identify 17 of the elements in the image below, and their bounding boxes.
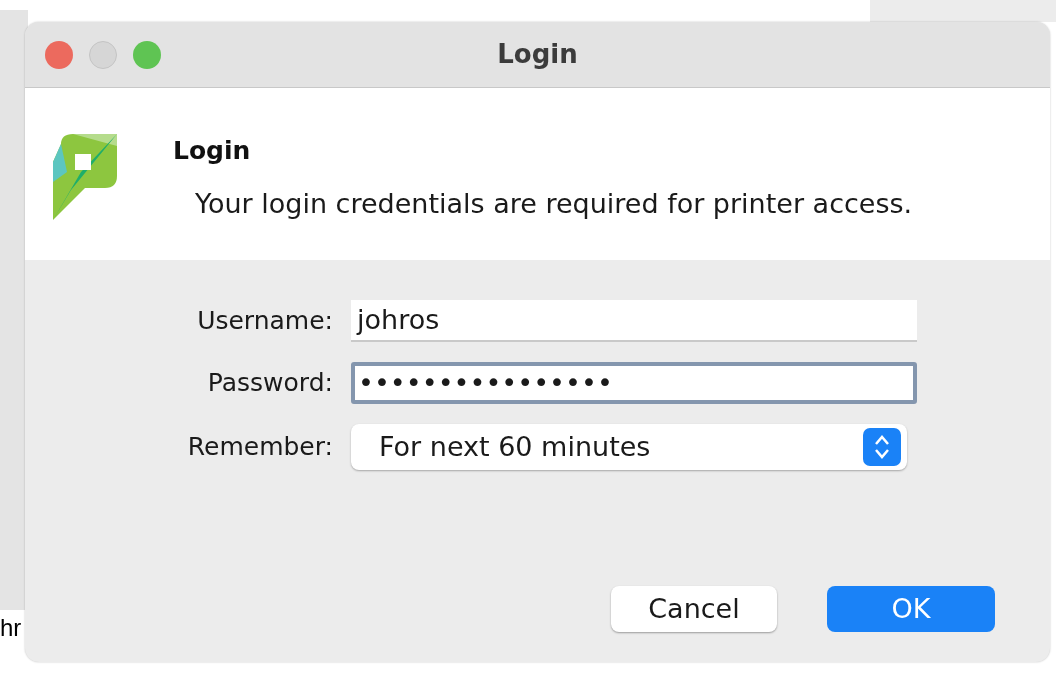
dialog-heading: Login <box>173 135 252 167</box>
window-title: Login <box>497 38 578 71</box>
field-label: Remember: <box>186 431 333 464</box>
remember-dropdown[interactable]: For next 60 minutes <box>351 424 907 470</box>
stepper-icon <box>863 428 901 466</box>
cancel-button[interactable]: Cancel <box>611 586 777 632</box>
username-field[interactable]: johros <box>351 300 917 342</box>
field-label: Password: <box>206 367 333 400</box>
close-icon[interactable] <box>45 40 73 69</box>
ok-button[interactable]: OK <box>827 586 995 632</box>
field-label: Username: <box>196 305 333 338</box>
password-field[interactable]: •••••••••••••••• <box>351 362 917 404</box>
dialog-message: Your login credentials are required for printer access. <box>194 186 913 221</box>
minimize-icon[interactable] <box>89 40 117 69</box>
zoom-icon[interactable] <box>133 40 161 69</box>
background-text: hr <box>0 616 22 640</box>
app-logo-icon <box>51 132 117 222</box>
